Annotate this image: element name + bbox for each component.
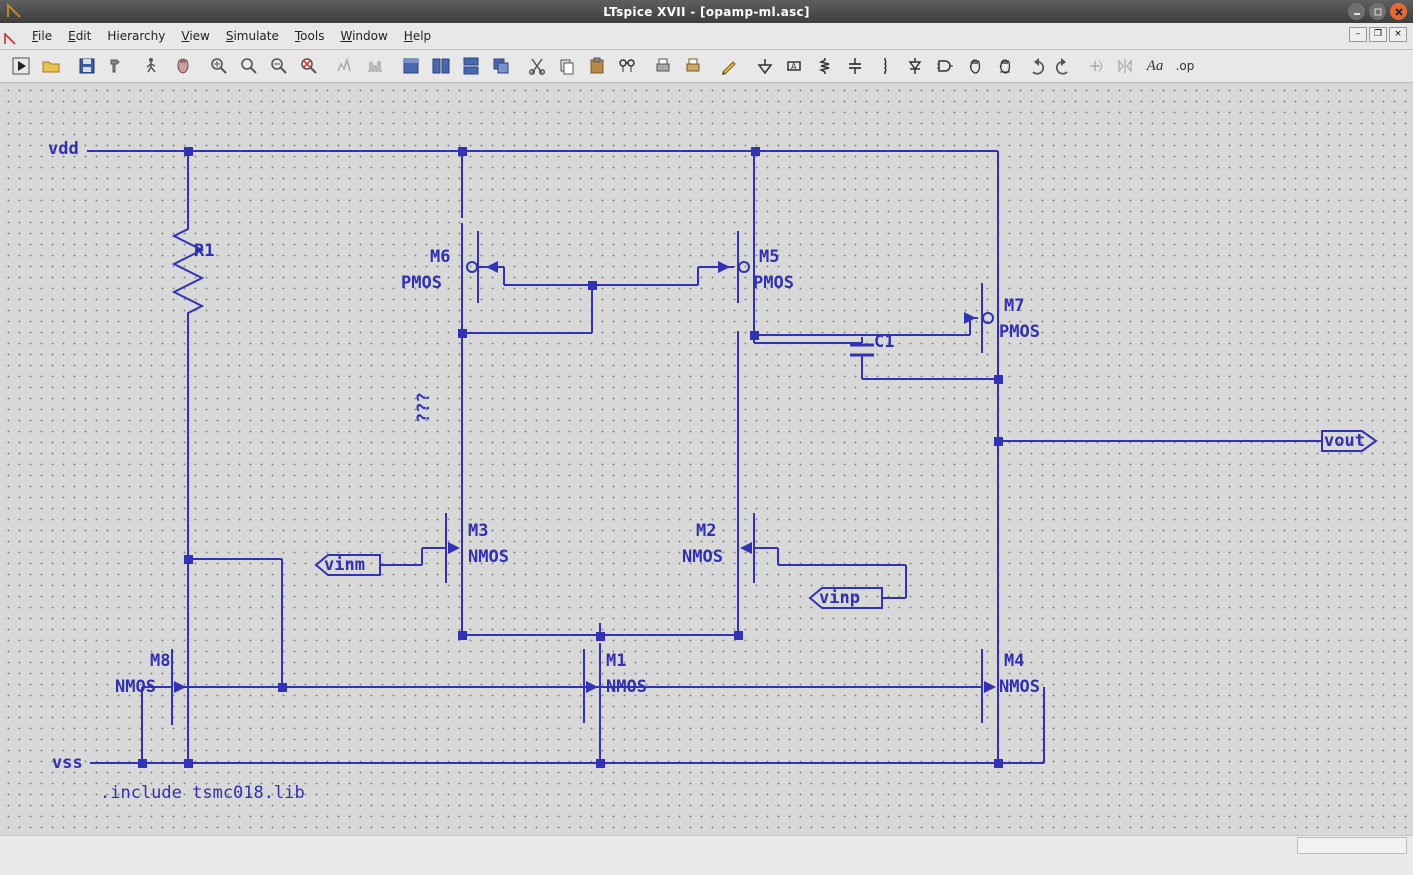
menu-edit[interactable]: Edit [60, 26, 99, 46]
halt-button[interactable] [170, 53, 196, 79]
model-M4[interactable]: NMOS [999, 677, 1040, 697]
mdi-close-button[interactable]: × [1389, 27, 1407, 42]
zoom-in-button[interactable] [206, 53, 232, 79]
net-label-vinp[interactable]: vinp [819, 588, 860, 608]
menu-window[interactable]: Window [332, 26, 395, 46]
open-button[interactable] [38, 53, 64, 79]
control-panel-button[interactable] [104, 53, 130, 79]
capacitor-button[interactable] [842, 53, 868, 79]
svg-text:A: A [791, 62, 797, 71]
menu-view[interactable]: View [173, 26, 217, 46]
component-M5[interactable]: M5 [759, 247, 779, 267]
spice-directive-button[interactable]: .op [1172, 53, 1198, 79]
component-M8[interactable]: M8 [150, 651, 170, 671]
toolbar: A Aa .op [0, 50, 1413, 83]
place-component-button[interactable] [932, 53, 958, 79]
component-M1[interactable]: M1 [606, 651, 626, 671]
net-label-vout[interactable]: vout [1324, 431, 1365, 451]
menu-help[interactable]: Help [396, 26, 439, 46]
paste-button[interactable] [584, 53, 610, 79]
spice-directive[interactable]: .include tsmc018.lib [100, 783, 305, 803]
cascade-button[interactable] [488, 53, 514, 79]
net-label-vss[interactable]: vss [52, 753, 83, 773]
redo-button[interactable] [1052, 53, 1078, 79]
mirror-button[interactable] [1112, 53, 1138, 79]
tile-vert-button[interactable] [428, 53, 454, 79]
zoom-out-button[interactable] [266, 53, 292, 79]
component-C1[interactable]: C1 [874, 332, 894, 352]
status-bar [0, 835, 1413, 855]
window-minimize-button[interactable] [1348, 3, 1365, 20]
schematic-canvas[interactable]: ??? vdd vss vout vinm vinp R1 M6 PMOS M5… [2, 83, 1411, 855]
drag-button[interactable] [992, 53, 1018, 79]
find-button[interactable] [614, 53, 640, 79]
copy-button[interactable] [554, 53, 580, 79]
component-M6[interactable]: M6 [430, 247, 450, 267]
window-close-button[interactable] [1390, 3, 1407, 20]
tile-horiz-button[interactable] [458, 53, 484, 79]
menu-bar: File Edit Hierarchy View Simulate Tools … [0, 23, 1413, 50]
net-label-button[interactable]: A [782, 53, 808, 79]
model-M7[interactable]: PMOS [999, 322, 1040, 342]
net-label-vdd[interactable]: vdd [48, 139, 79, 159]
model-M5[interactable]: PMOS [753, 273, 794, 293]
move-button[interactable] [962, 53, 988, 79]
window-maximize-button[interactable] [1369, 3, 1386, 20]
zoom-fit-button[interactable] [296, 53, 322, 79]
menu-hierarchy[interactable]: Hierarchy [99, 26, 173, 46]
component-M4[interactable]: M4 [1004, 651, 1024, 671]
component-M2[interactable]: M2 [696, 521, 716, 541]
undo-button[interactable] [1022, 53, 1048, 79]
place-text-button[interactable]: Aa [1142, 53, 1168, 79]
print-setup-button[interactable] [680, 53, 706, 79]
menu-file[interactable]: File [24, 26, 60, 46]
model-M2[interactable]: NMOS [682, 547, 723, 567]
mdi-restore-button[interactable]: ❐ [1369, 27, 1387, 42]
print-button[interactable] [650, 53, 676, 79]
save-button[interactable] [74, 53, 100, 79]
model-M3[interactable]: NMOS [468, 547, 509, 567]
menu-simulate[interactable]: Simulate [218, 26, 287, 46]
mdi-minimize-button[interactable]: – [1349, 27, 1367, 42]
rotate-button[interactable] [1082, 53, 1108, 79]
component-M7[interactable]: M7 [1004, 296, 1024, 316]
window-title: LTspice XVII - [opamp-ml.asc] [603, 5, 810, 19]
simulate-run-button[interactable] [140, 53, 166, 79]
menu-tools[interactable]: Tools [287, 26, 333, 46]
draw-wire-button[interactable] [716, 53, 742, 79]
status-cell [1297, 837, 1407, 854]
model-M8[interactable]: NMOS [115, 677, 156, 697]
autorange-button[interactable] [332, 53, 358, 79]
model-M6[interactable]: PMOS [401, 273, 442, 293]
zoom-pan-button[interactable] [236, 53, 262, 79]
app-small-icon [4, 30, 16, 42]
ltspice-icon [6, 3, 22, 19]
component-R1[interactable]: R1 [194, 241, 214, 261]
model-M1[interactable]: NMOS [606, 677, 647, 697]
ground-button[interactable] [752, 53, 778, 79]
resistor-button[interactable] [812, 53, 838, 79]
run-button[interactable] [8, 53, 34, 79]
component-M3[interactable]: M3 [468, 521, 488, 541]
window-titlebar: LTspice XVII - [opamp-ml.asc] [0, 0, 1413, 23]
fft-button[interactable] [362, 53, 388, 79]
tile-windows-button[interactable] [398, 53, 424, 79]
inductor-button[interactable] [872, 53, 898, 79]
schematic-canvas-area: ??? vdd vss vout vinm vinp R1 M6 PMOS M5… [0, 83, 1413, 855]
net-label-vinm[interactable]: vinm [324, 555, 365, 575]
unknown-text: ??? [414, 392, 434, 423]
diode-button[interactable] [902, 53, 928, 79]
cut-button[interactable] [524, 53, 550, 79]
